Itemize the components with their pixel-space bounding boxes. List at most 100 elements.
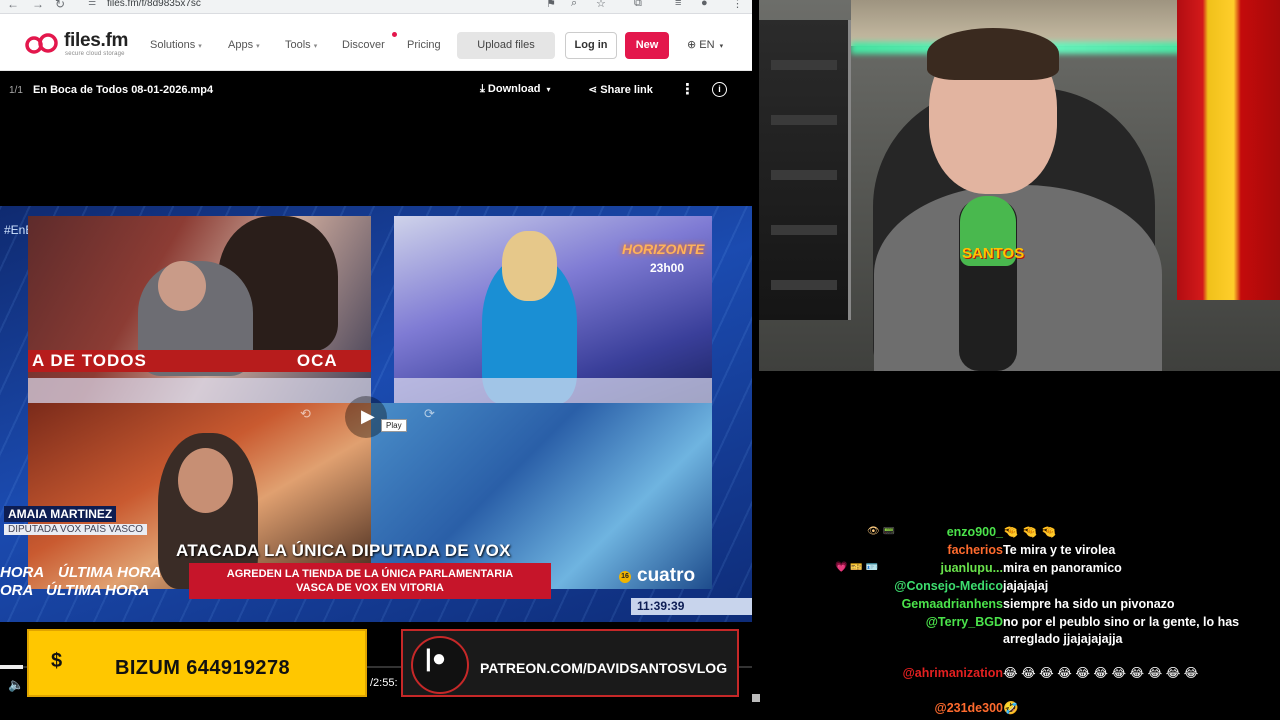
chat-message-text: 😂 😂 😂 😂 😂 😂 😂 😂 😂 😂 😂: [1003, 666, 1199, 680]
person-face: [178, 448, 233, 513]
chat-username[interactable]: @Terry_BGD: [926, 614, 1003, 630]
chat-message: Gemaadrianhens siempre ha sido un pivonaz…: [759, 596, 1280, 614]
chat-username[interactable]: enzo900_: [947, 524, 1003, 540]
reload-icon[interactable]: ↻: [55, 0, 65, 11]
chat-message: @Terry_BGD no por el peublo sino or la ge…: [759, 614, 1280, 646]
chat-message-text: siempre ha sido un pivonazo: [1003, 597, 1175, 611]
horizonte-time: 23h00: [650, 261, 685, 275]
progress-fill[interactable]: [0, 665, 23, 669]
webcam-feed: SANTOS: [759, 0, 1280, 371]
chat-username[interactable]: @ahrimanization: [903, 665, 1003, 681]
back-icon[interactable]: ←: [7, 0, 19, 11]
display-shelf: [759, 20, 851, 320]
video-player[interactable]: #EnBocaDeTodos8E A DE TODOSOCA HORIZONTE…: [0, 206, 752, 622]
ticker-line-2: ÚLTIMA HORA: [46, 582, 150, 599]
login-button[interactable]: Log in: [565, 32, 617, 59]
chat-message-text: 🤣: [1003, 701, 1019, 715]
chat-username[interactable]: facherios: [947, 542, 1003, 558]
profile-icon[interactable]: ●: [701, 0, 708, 9]
chevron-down-icon: ▾: [198, 43, 202, 50]
chevron-down-icon: ▾: [719, 43, 724, 50]
forward-10-icon[interactable]: ⟳: [424, 406, 435, 422]
file-toolbar: 1/1 En Boca de Todos 08-01-2026.mp4 ⤓ Do…: [0, 71, 752, 111]
nav-tools[interactable]: Tools ▾: [285, 39, 317, 51]
browser-window: ← → ↻ ☰ files.fm/f/8d9835x7sc ⚑ ⌕ ☆ ⧉ ≡ …: [0, 0, 752, 720]
studio-banner-text: A DE TODOS: [32, 351, 147, 370]
chat-message-text: 🤏 🤏 🤏: [1003, 525, 1057, 539]
chat-username[interactable]: Gemaadrianhens: [902, 596, 1003, 612]
ticker-hora-2: ORA: [0, 582, 34, 599]
spain-flag: [1177, 0, 1280, 300]
forward-icon[interactable]: →: [32, 0, 44, 11]
address-bar: ← → ↻ ☰ files.fm/f/8d9835x7sc ⚑ ⌕ ☆ ⧉ ≡ …: [0, 0, 752, 14]
chevron-down-icon: ▾: [256, 43, 260, 50]
shelf-item: [771, 115, 837, 125]
horizonte-promo: HORIZONTE: [622, 241, 705, 257]
chat-username[interactable]: juanlupu...: [941, 560, 1004, 576]
more-options-icon[interactable]: ⋮: [680, 80, 695, 98]
bizum-overlay: $ BIZUM 644919278: [27, 629, 367, 697]
tab-icon[interactable]: ≡: [675, 0, 681, 9]
video-tile-studio-left: A DE TODOS OCA: [28, 216, 371, 404]
info-icon[interactable]: i: [712, 82, 727, 97]
language-label: EN: [699, 39, 715, 51]
bizum-text: BIZUM 644919278: [115, 657, 290, 679]
time-display: /2:55:: [370, 677, 398, 689]
volume-icon[interactable]: 🔈: [8, 677, 24, 693]
nav-tools-label: Tools: [285, 39, 311, 51]
patreon-overlay: |● PATREON.COM/DAVIDSANTOSVLOG: [401, 629, 739, 697]
globe-icon: ⊕: [687, 39, 700, 51]
shelf-item: [771, 225, 837, 235]
screen: { "browser": { "url": "files.fm/f/8d9835…: [0, 0, 1280, 720]
chat-message-text: Te mira y te virolea: [1003, 543, 1116, 557]
broadcast-clock: 11:39:39: [631, 598, 752, 615]
chat-message-text: mira en panoramico: [1003, 561, 1122, 575]
download-button[interactable]: ⤓ Download ▾: [480, 83, 551, 96]
extensions-icon[interactable]: ⧉: [634, 0, 642, 10]
language-selector[interactable]: ⊕ EN ▾: [687, 38, 723, 51]
chevron-down-icon: ▾: [313, 43, 318, 50]
patreon-text: PATREON.COM/DAVIDSANTOSVLOG: [480, 660, 728, 676]
chat-badges: 💗 🎫 🪪: [835, 562, 878, 573]
share-icon: ⋖: [588, 84, 601, 96]
person-face: [158, 261, 206, 311]
nav-solutions[interactable]: Solutions ▾: [150, 39, 202, 51]
microphone-label: SANTOS: [962, 245, 1025, 262]
menu-icon[interactable]: ⋮: [732, 0, 743, 10]
brand-name: files.fm: [64, 30, 129, 51]
chat-message: @Consejo-Medico jajajajaj: [759, 578, 1280, 596]
chat-username[interactable]: @231de300: [935, 700, 1004, 716]
channel-logo: cuatro: [637, 565, 696, 586]
age-rating-badge: 16: [619, 571, 631, 583]
ticker-line-1: ÚLTIMA HORA: [58, 564, 162, 581]
url-text[interactable]: files.fm/f/8d9835x7sc: [107, 0, 201, 9]
news-headline: ATACADA LA ÚNICA DIPUTADA DE VOX: [176, 541, 511, 560]
nav-discover[interactable]: Discover: [342, 39, 385, 51]
patreon-icon: |●: [425, 645, 447, 672]
filesfm-logo[interactable]: files.fm secure cloud storage: [24, 30, 139, 60]
notification-dot: [392, 32, 397, 37]
stream-chat: 👁 📟 enzo900_ 🤏 🤏 🤏 facherios Te mira y te vi…: [759, 520, 1280, 720]
shelf-item: [771, 60, 837, 70]
shelf-item: [771, 170, 837, 180]
translate-icon[interactable]: ⚑: [546, 0, 556, 10]
ticker-hora: HORA: [0, 564, 45, 581]
play-tooltip: Play: [381, 419, 407, 432]
nav-pricing[interactable]: Pricing: [407, 39, 441, 51]
chevron-down-icon: ▾: [546, 85, 551, 94]
chat-username[interactable]: @Consejo-Medico: [894, 578, 1003, 594]
share-link-button[interactable]: ⋖ Share link: [588, 83, 653, 96]
play-icon[interactable]: ▶: [361, 406, 375, 427]
rewind-10-icon[interactable]: ⟲: [300, 406, 311, 422]
nav-apps-label: Apps: [228, 39, 254, 51]
subheadline-line-1: AGREDEN LA TIENDA DE LA ÚNICA PARLAMENTA…: [226, 568, 514, 580]
star-icon[interactable]: ☆: [596, 0, 606, 10]
studio-banner-text-2: OCA: [296, 351, 338, 370]
search-icon[interactable]: ⌕: [571, 0, 577, 10]
subheadline-line-2: VASCA DE VOX EN VITORIA: [296, 582, 444, 594]
new-button[interactable]: New: [625, 32, 669, 59]
site-info-icon[interactable]: ☰: [88, 0, 96, 8]
studio-banner: A DE TODOS OCA: [28, 350, 371, 372]
upload-files-button[interactable]: Upload files: [457, 32, 555, 59]
nav-apps[interactable]: Apps ▾: [228, 39, 260, 51]
